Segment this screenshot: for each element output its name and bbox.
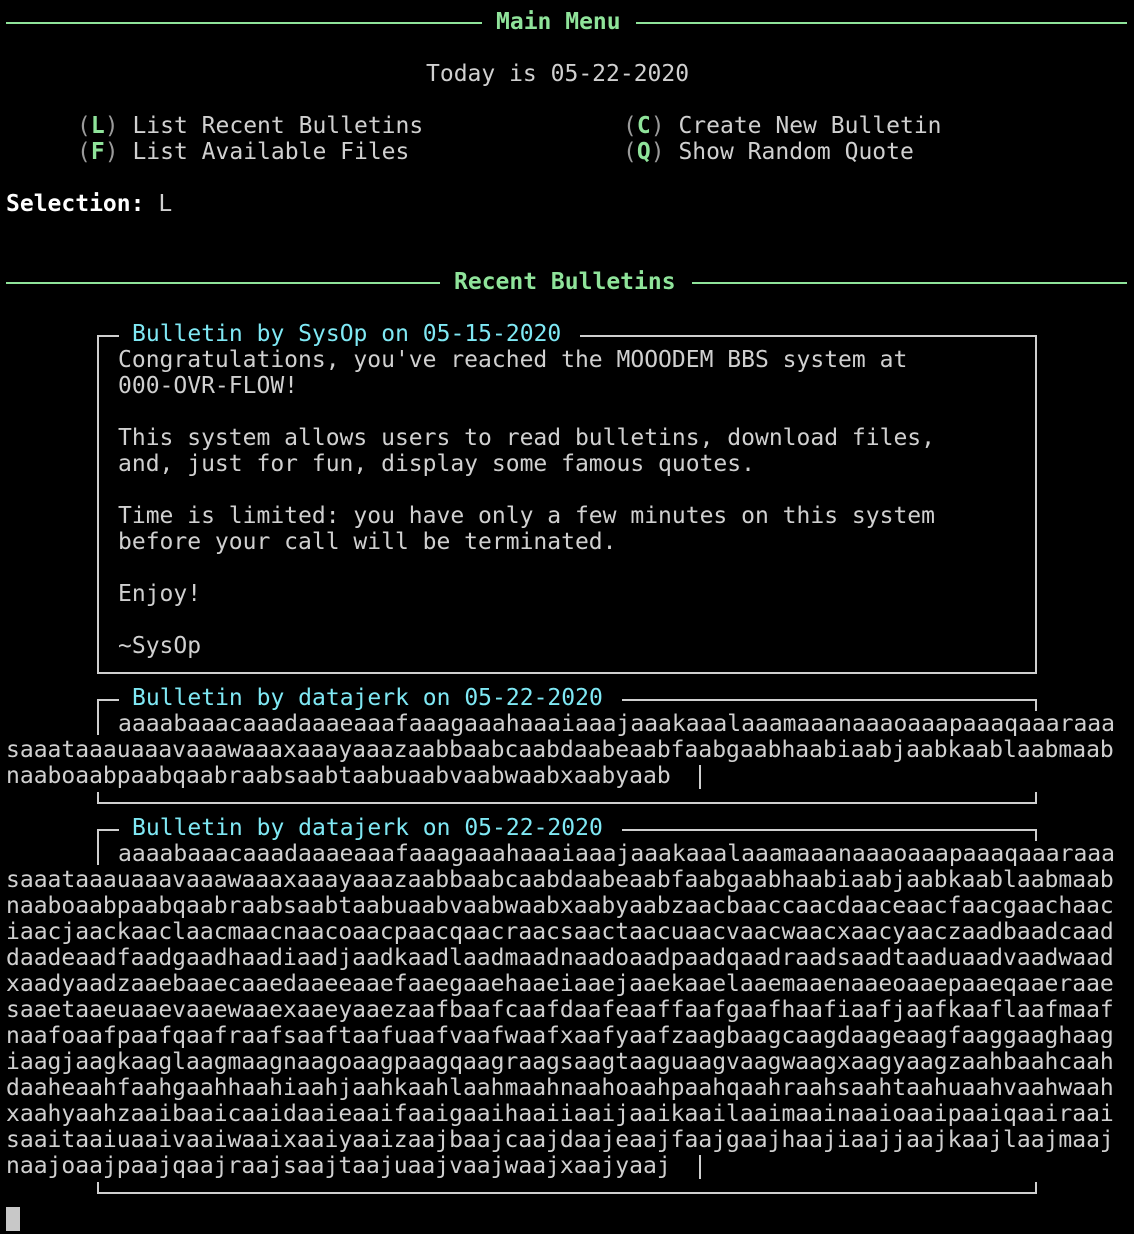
bulletin-border-bottom	[97, 1192, 1037, 1194]
bulletin-body-line: aaaabaaacaaadaaaeaaafaaagaaahaaaiaaajaaa…	[118, 841, 1115, 867]
bulletin-body-line: Congratulations, you've reached the MOOO…	[118, 347, 908, 373]
bulletin-border-top-left	[97, 699, 119, 701]
bulletin-body-line: aaaabaaacaaadaaaeaaafaaagaaahaaaiaaajaaa…	[118, 711, 1115, 737]
bulletin-body-line: naaboaabpaabqaabraabsaabtaabuaabvaabwaab…	[6, 893, 1114, 919]
bulletin-border-left-stub	[97, 699, 99, 735]
bulletin-body-line: before your call will be terminated.	[118, 529, 617, 555]
bulletin-header: Bulletin by datajerk on 05-22-2020	[132, 815, 603, 841]
bulletin-border-top-right	[622, 699, 1037, 701]
selection-value: L	[158, 191, 173, 217]
menu-key-q: Q	[636, 139, 651, 165]
menu-option-list-files[interactable]: (F) List Available Files	[77, 139, 409, 165]
terminal-cursor[interactable]	[6, 1207, 20, 1231]
bulletin-border-left-stub	[97, 829, 99, 865]
bulletin-border-left	[97, 335, 99, 674]
selection-prompt[interactable]: Selection: L	[6, 191, 172, 217]
selection-label: Selection:	[6, 191, 145, 217]
bulletin-body-line: saaitaaiuaaivaaiwaaixaaiyaaizaajbaajcaaj…	[6, 1127, 1114, 1153]
bulletin-body-line: Time is limited: you have only a few min…	[118, 503, 935, 529]
menu-option-create-bulletin[interactable]: (C) Create New Bulletin	[623, 113, 942, 139]
bulletin-border-top-left	[97, 335, 119, 337]
recent-bulletins-title: Recent Bulletins	[454, 269, 676, 295]
bulletin-border-bottom	[97, 802, 1037, 804]
menu-key-l: L	[90, 113, 105, 139]
bulletin-border-right-tail	[699, 765, 701, 789]
bulletin-body-line: saaetaaeuaaevaaewaaexaaeyaaezaafbaafcaaf…	[6, 997, 1114, 1023]
bulletin-body-line: and, just for fun, display some famous q…	[118, 451, 755, 477]
bulletin-body-line: daadeaadfaadgaadhaadiaadjaadkaadlaadmaad…	[6, 945, 1114, 971]
bulletin-border-bottom-right	[1035, 1182, 1037, 1194]
bulletin-border-top-right	[580, 335, 1037, 337]
bulletin-body-line: xaadyaadzaaebaaecaaedaaeeaaefaaegaaehaae…	[6, 971, 1114, 997]
bulletin-body-line: saaataaauaaavaaawaaaxaaayaaazaabbaabcaab…	[6, 737, 1114, 763]
bulletin-border-bottom	[97, 672, 1037, 674]
menu-option-label: Show Random Quote	[678, 139, 914, 165]
bulletin-body-line: naajoaajpaajqaajraajsaajtaajuaajvaajwaaj…	[6, 1153, 671, 1179]
bulletin-border-right-stub	[1035, 699, 1037, 711]
bulletin-header: Bulletin by SysOp on 05-15-2020	[132, 321, 562, 347]
bulletin-body-line: 000-OVR-FLOW!	[118, 373, 299, 399]
menu-option-label: List Available Files	[132, 139, 410, 165]
bulletin-border-right-tail	[699, 1155, 701, 1179]
bulletin-body-line: xaahyaahzaaibaaicaaidaaieaaifaaigaaihaai…	[6, 1101, 1114, 1127]
bulletin-body-line: ~SysOp	[118, 633, 202, 659]
bulletin-body-line: naafoaafpaafqaafraafsaaftaafuaafvaafwaaf…	[6, 1023, 1114, 1049]
main-menu-rule-left	[6, 22, 482, 24]
bulletin-body-line: naaboaabpaabqaabraabsaabtaabuaabvaabwaab…	[6, 763, 671, 789]
menu-option-label: Create New Bulletin	[678, 113, 942, 139]
date-line: Today is 05-22-2020	[426, 61, 690, 87]
bulletin-header: Bulletin by datajerk on 05-22-2020	[132, 685, 603, 711]
bulletin-body-line: daaheaahfaahgaahhaahiaahjaahkaahlaahmaah…	[6, 1075, 1114, 1101]
menu-key-c: C	[636, 113, 651, 139]
recent-bulletins-rule-left	[6, 282, 440, 284]
bulletin-body-line: iaacjaackaaclaacmaacnaacoaacpaacqaacraac…	[6, 919, 1114, 945]
menu-option-random-quote[interactable]: (Q) Show Random Quote	[623, 139, 914, 165]
bulletin-body-line: saaataaauaaavaaawaaaxaaayaaazaabbaabcaab…	[6, 867, 1114, 893]
bulletin-border-top-left	[97, 829, 119, 831]
bulletin-body-line: iaagjaagkaaglaagmaagnaagoaagpaagqaagraag…	[6, 1049, 1114, 1075]
menu-option-label: List Recent Bulletins	[132, 113, 424, 139]
bulletin-border-top-right	[622, 829, 1037, 831]
main-menu-rule-right	[636, 22, 1127, 24]
bulletin-border-right-stub	[1035, 829, 1037, 841]
menu-key-f: F	[90, 139, 105, 165]
main-menu-title: Main Menu	[496, 9, 621, 35]
bulletin-border-bottom-right	[1035, 792, 1037, 804]
menu-option-list-bulletins[interactable]: (L) List Recent Bulletins	[77, 113, 423, 139]
bulletin-body-line: This system allows users to read bulleti…	[118, 425, 935, 451]
bulletin-border-right	[1035, 335, 1037, 674]
recent-bulletins-rule-right	[692, 282, 1127, 284]
bulletin-body-line: Enjoy!	[118, 581, 202, 607]
